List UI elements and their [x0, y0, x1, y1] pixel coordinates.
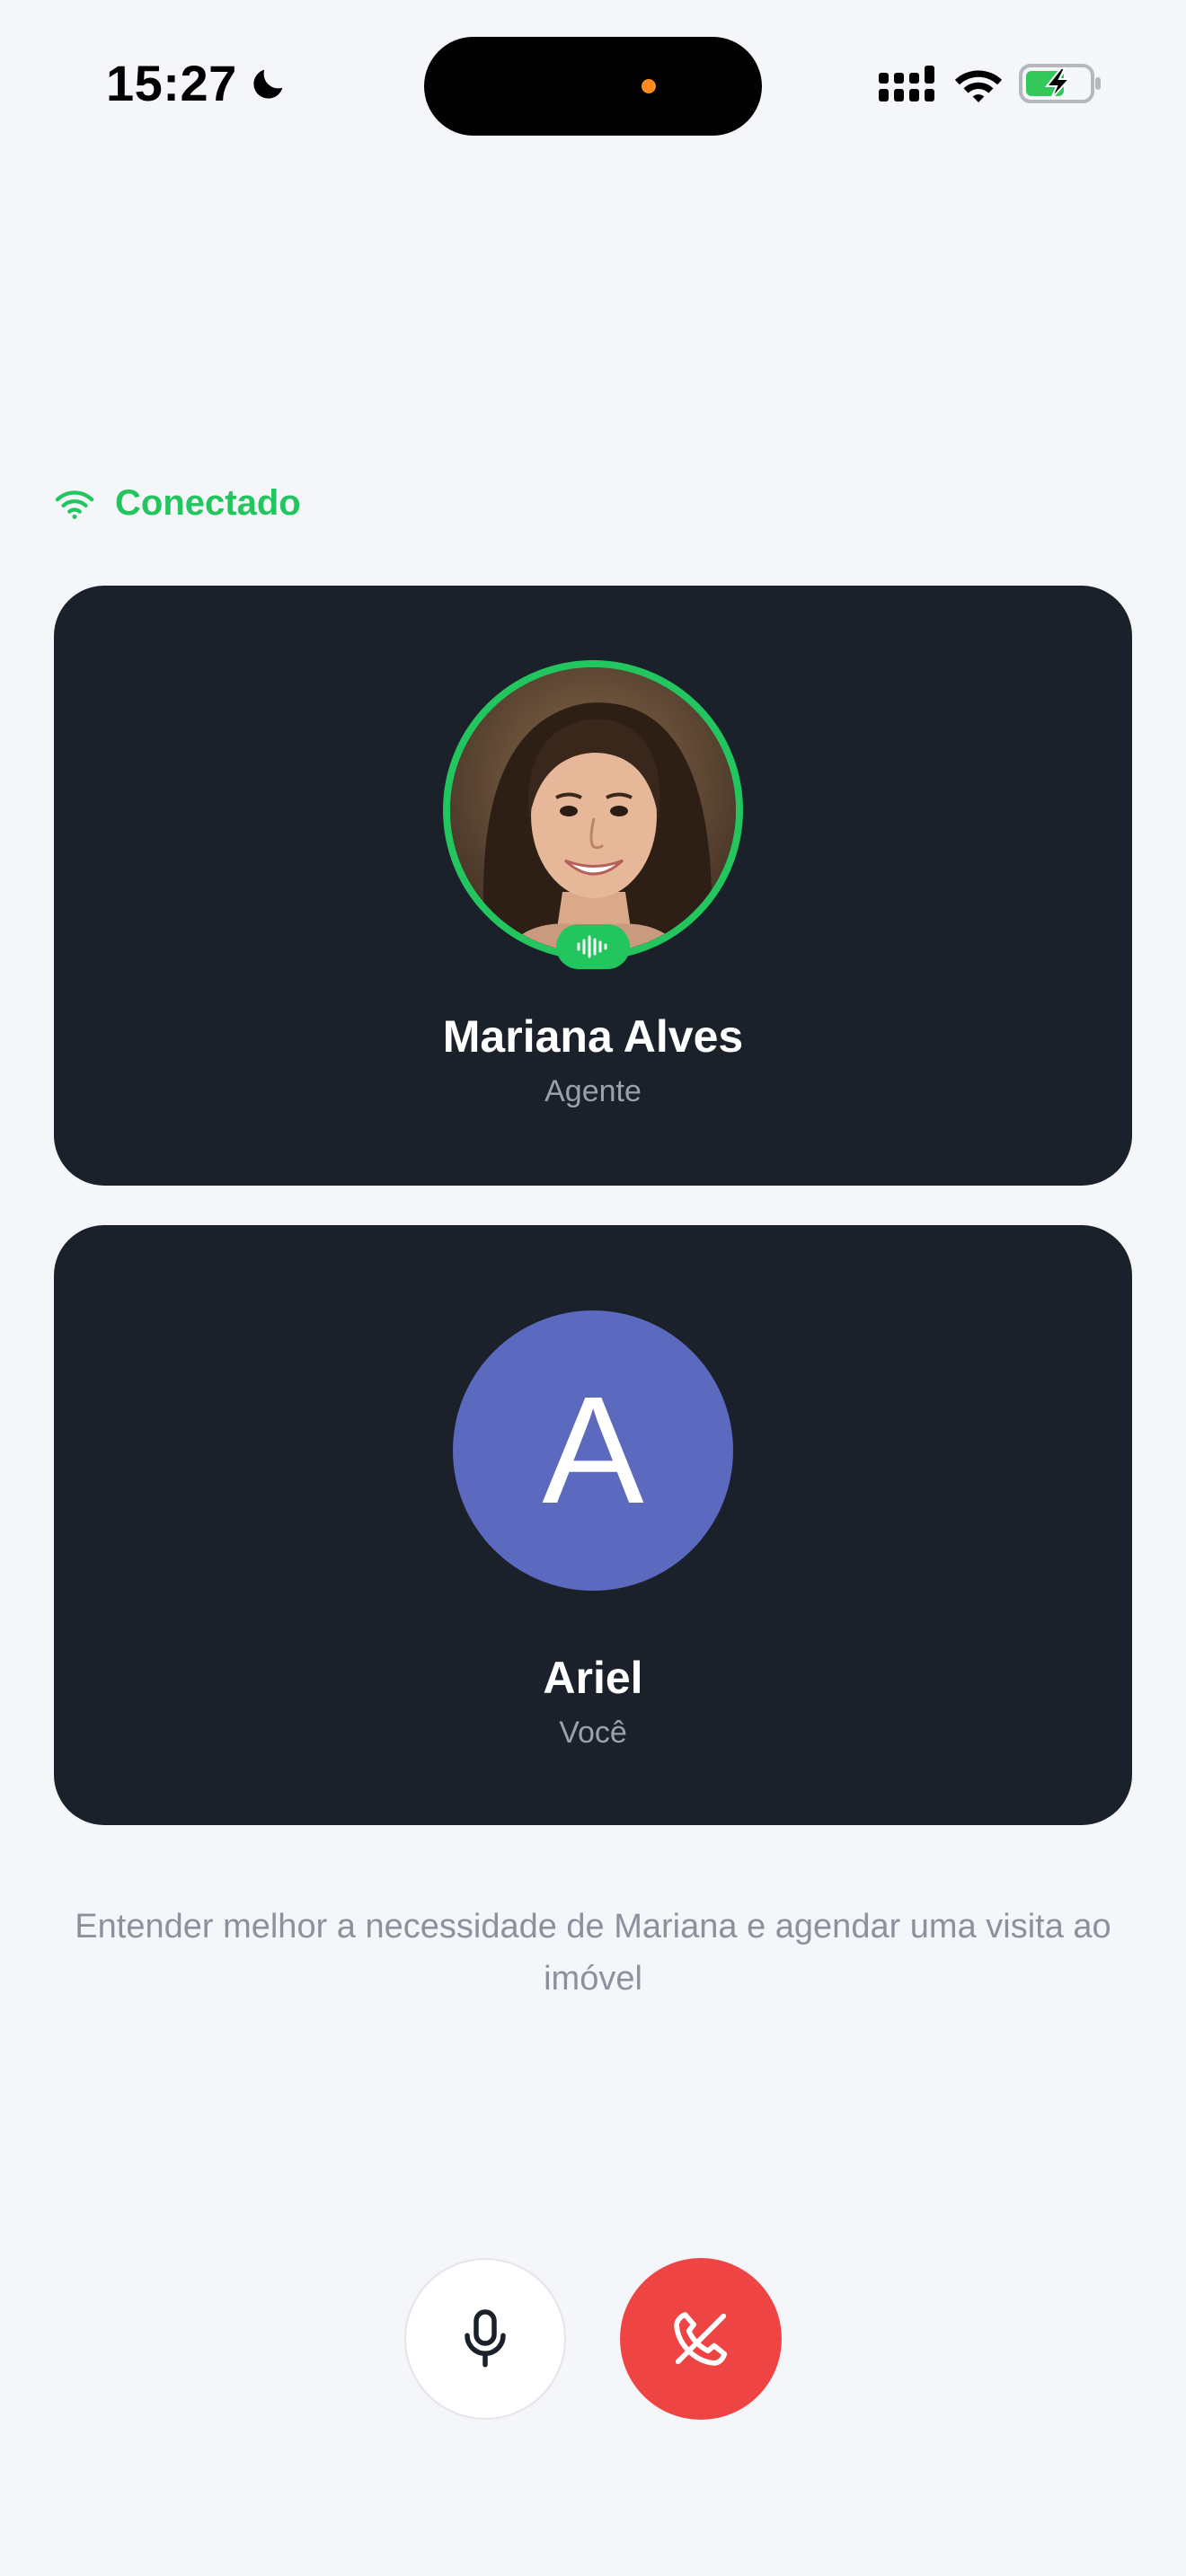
mute-button[interactable]	[404, 2258, 566, 2420]
dynamic-island	[424, 37, 762, 136]
user-name: Ariel	[543, 1653, 643, 1703]
agent-card: Mariana Alves Agente	[54, 586, 1132, 1186]
wifi-icon	[954, 70, 1003, 103]
end-call-button[interactable]	[620, 2258, 782, 2420]
status-bar: 15:27	[0, 0, 1186, 171]
battery-charging-icon	[1019, 64, 1101, 103]
connection-status: Conectado	[54, 483, 301, 524]
agent-name: Mariana Alves	[442, 1011, 744, 1062]
agent-role: Agente	[544, 1074, 642, 1108]
user-avatar: A	[453, 1310, 733, 1591]
user-card: A Ariel Você	[54, 1225, 1132, 1825]
clock-label: 15:27	[106, 55, 237, 111]
cellular-signal-icon	[879, 66, 934, 101]
connection-label: Conectado	[115, 483, 301, 523]
privacy-indicator-dot	[642, 79, 656, 93]
agent-photo	[450, 667, 736, 953]
audio-waveform-icon	[577, 935, 607, 958]
moon-icon	[253, 69, 283, 99]
microphone-icon	[465, 2309, 506, 2368]
call-screen: 15:27 Conectado Mariana Alves Agente A A…	[0, 0, 1186, 2576]
call-goal-text: Entender melhor a necessidade de Mariana…	[75, 1908, 1111, 1998]
user-role: Você	[559, 1716, 627, 1750]
phone-hangup-icon	[674, 2312, 728, 2366]
agent-avatar	[443, 660, 743, 960]
status-time: 15:27	[106, 54, 289, 112]
speaking-indicator	[556, 924, 630, 969]
status-icons	[879, 63, 1103, 104]
wifi-icon	[55, 490, 94, 519]
